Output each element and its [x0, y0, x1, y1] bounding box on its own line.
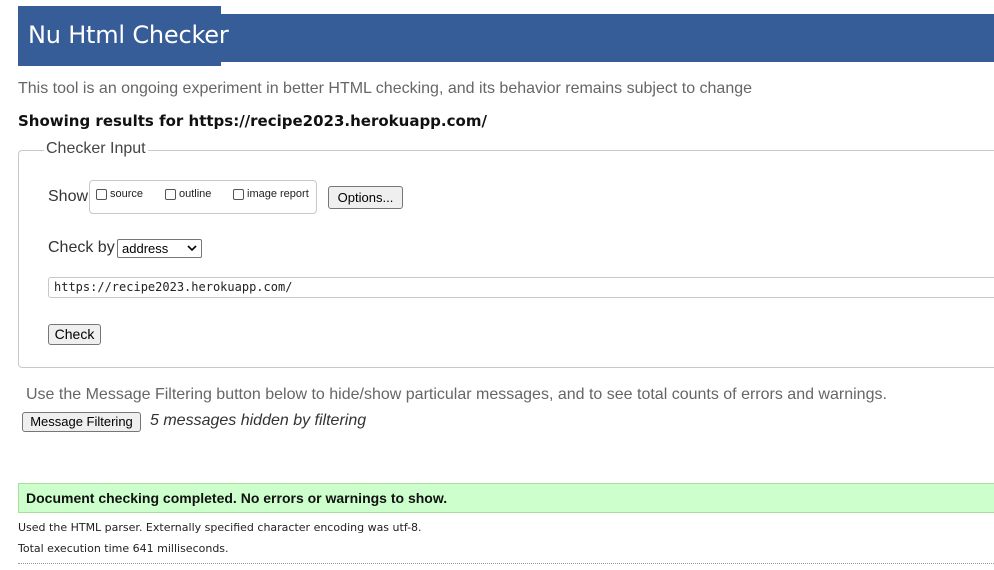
hidden-messages-count: 5 messages hidden by filtering [150, 412, 367, 429]
image-report-checkbox-box[interactable] [233, 188, 244, 200]
message-filtering-button[interactable]: Message Filtering [22, 412, 141, 432]
options-button[interactable]: Options... [328, 186, 403, 209]
results-prefix: Showing results for [18, 112, 189, 130]
source-checkbox-box[interactable] [96, 188, 107, 200]
results-heading: Showing results for https://recipe2023.h… [18, 112, 487, 130]
parser-note: Used the HTML parser. Externally specifi… [18, 521, 422, 534]
check-by-select[interactable]: address [117, 239, 202, 258]
image-report-checkbox[interactable]: image report [233, 188, 309, 200]
success-message: Document checking completed. No errors o… [26, 490, 448, 506]
check-button[interactable]: Check [48, 324, 101, 345]
message-filtering-hint: Use the Message Filtering button below t… [26, 386, 887, 403]
checker-input-legend: Checker Input [44, 140, 148, 158]
chevron-down-icon [187, 245, 197, 252]
outline-checkbox-label: outline [179, 188, 212, 200]
check-by-label: Check by [48, 239, 115, 256]
outline-checkbox[interactable]: outline [165, 188, 211, 200]
tagline: This tool is an ongoing experiment in be… [18, 80, 753, 97]
page-title: Nu Html Checker [28, 21, 229, 49]
image-report-checkbox-label: image report [247, 188, 309, 200]
show-label: Show [48, 188, 89, 205]
bottom-divider [18, 563, 994, 564]
check-by-selected-value: address [122, 241, 169, 256]
execution-time: Total execution time 641 milliseconds. [18, 542, 229, 555]
results-url-link[interactable]: https://recipe2023.herokuapp.com/ [189, 112, 487, 130]
url-input[interactable]: https://recipe2023.herokuapp.com/ [48, 277, 994, 298]
outline-checkbox-box[interactable] [165, 188, 176, 200]
source-checkbox-label: source [110, 188, 144, 200]
source-checkbox[interactable]: source [96, 188, 143, 200]
